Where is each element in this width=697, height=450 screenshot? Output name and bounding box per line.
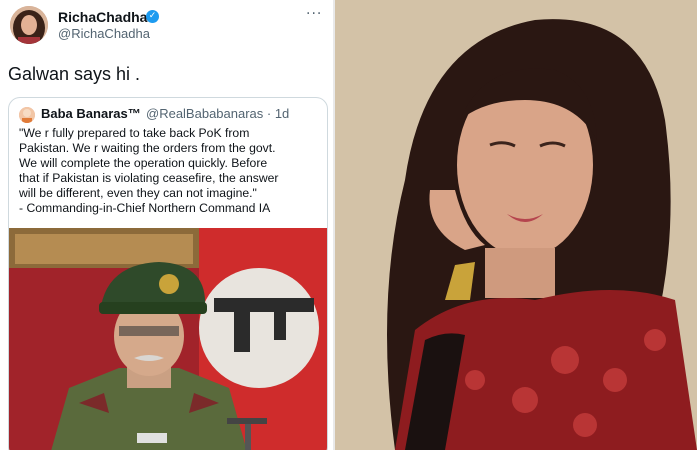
quote-line: that if Pakistan is violating ceasefire,…	[19, 171, 279, 185]
quote-line: will be different, even they can not ima…	[19, 186, 257, 200]
quoted-tweet-photo[interactable]	[9, 228, 327, 450]
more-options-icon[interactable]: ···	[306, 6, 322, 22]
quoted-author-handle-time[interactable]: @RealBababanaras · 1d	[146, 106, 289, 121]
author-avatar[interactable]	[10, 6, 48, 44]
author-display-name[interactable]: RichaChadha	[58, 9, 147, 25]
quote-line: - Commanding-in-Chief Northern Command I…	[19, 201, 271, 215]
quoted-author-avatar	[19, 107, 35, 123]
quote-line: "We r fully prepared to take back PoK fr…	[19, 126, 250, 140]
quoted-tweet-text: "We r fully prepared to take back PoK fr…	[19, 126, 319, 216]
army-officer-photo	[9, 228, 327, 450]
tweet-text: Galwan says hi .	[8, 64, 141, 84]
verified-badge-icon: ✓	[146, 10, 159, 23]
portrait-photo	[335, 0, 697, 450]
quote-line: Pakistan. We r waiting the orders from t…	[19, 141, 276, 155]
quote-line: We will complete the operation quickly. …	[19, 156, 268, 170]
author-handle[interactable]: @RichaChadha	[58, 26, 150, 41]
tweet-screenshot: RichaChadha ✓ @RichaChadha ··· Galwan sa…	[0, 0, 333, 450]
woman-portrait-image	[335, 0, 697, 450]
quoted-tweet-card[interactable]: Baba Banaras™ @RealBababanaras · 1d "We …	[8, 97, 328, 450]
quoted-author-name[interactable]: Baba Banaras™	[41, 106, 141, 121]
